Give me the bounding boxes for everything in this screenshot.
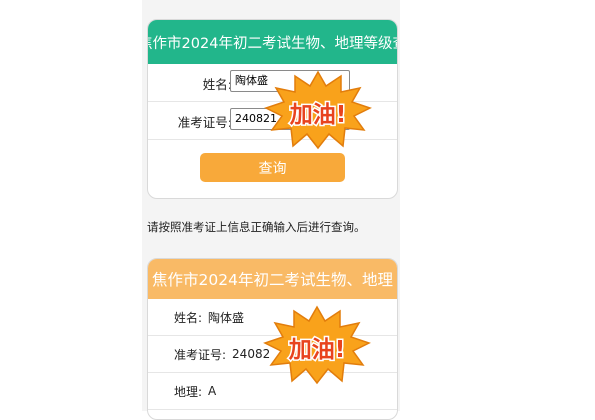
form-card-title: 焦作市2024年初二考试生物、地理等级查 (148, 20, 397, 64)
sticker-text: 加油! (288, 337, 346, 363)
query-button[interactable]: 查询 (200, 153, 345, 182)
id-label: 准考证号: (177, 115, 232, 130)
burst-icon: 加油! (263, 305, 371, 385)
cheer-sticker: 加油! (263, 70, 373, 150)
name-label: 姓名: (202, 77, 232, 92)
result-label: 地理: (174, 384, 203, 399)
result-card-title: 焦作市2024年初二考试生物、地理 (148, 259, 397, 299)
result-value: 陶体盛 (208, 310, 245, 325)
cheer-sticker: 加油! (262, 305, 372, 385)
sticker-text: 加油! (289, 102, 347, 128)
result-label: 姓名: (174, 310, 203, 325)
burst-icon: 加油! (264, 70, 372, 150)
result-label: 准考证号: (174, 347, 227, 362)
instruction-text: 请按照准考证上信息正确输入后进行查询。 (147, 220, 366, 234)
result-value: A (208, 384, 217, 398)
